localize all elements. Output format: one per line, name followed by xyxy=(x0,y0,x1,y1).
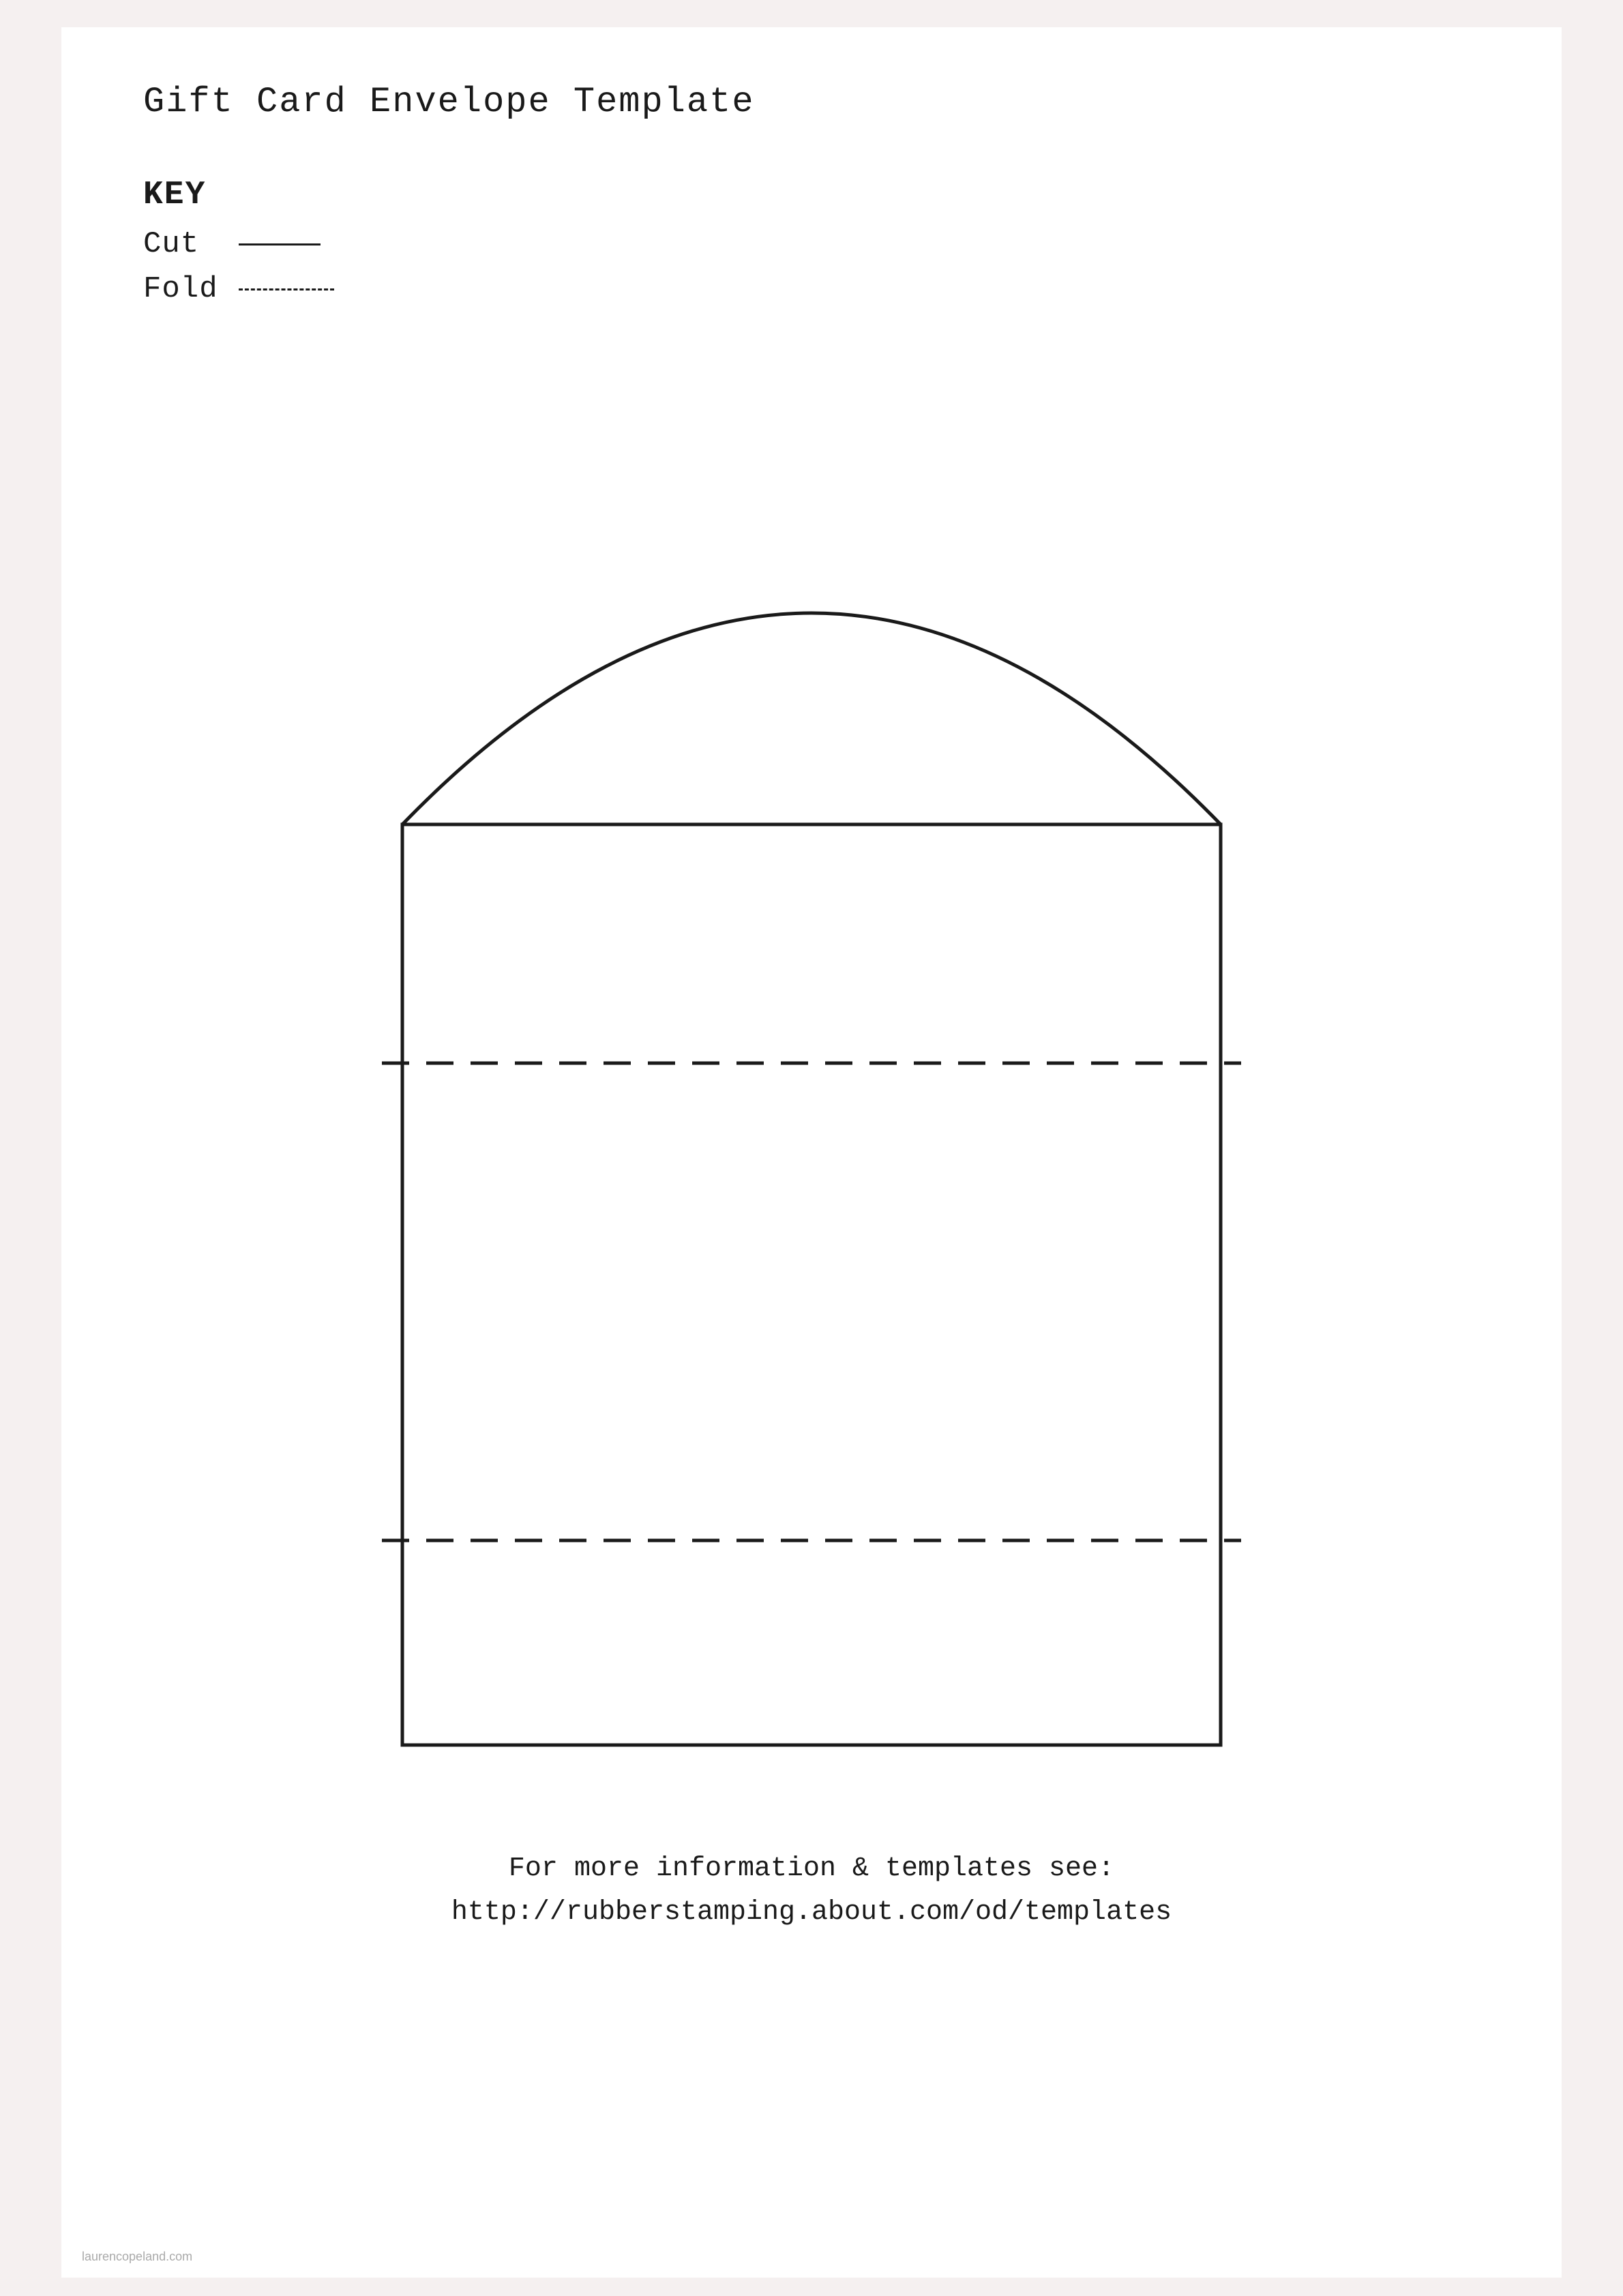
key-fold-line xyxy=(239,288,334,290)
footer-line2: http://rubberstamping.about.com/od/templ… xyxy=(143,1891,1480,1935)
page-title: Gift Card Envelope Template xyxy=(143,82,1480,122)
arch-curve xyxy=(402,613,1221,824)
watermark: laurencopeland.com xyxy=(82,2250,192,2264)
key-fold-label: Fold xyxy=(143,272,225,306)
envelope-diagram xyxy=(266,347,1357,1779)
footer-line1: For more information & templates see: xyxy=(143,1847,1480,1891)
key-section: KEY Cut Fold xyxy=(143,177,1480,306)
key-cut-line xyxy=(239,243,321,245)
key-fold-item: Fold xyxy=(143,272,1480,306)
footer: For more information & templates see: ht… xyxy=(143,1847,1480,1935)
key-cut-item: Cut xyxy=(143,227,1480,261)
page: Gift Card Envelope Template KEY Cut Fold… xyxy=(61,27,1562,2278)
envelope-body xyxy=(402,824,1221,1745)
key-cut-label: Cut xyxy=(143,227,225,261)
key-heading: KEY xyxy=(143,177,1480,213)
envelope-container xyxy=(143,347,1480,1779)
